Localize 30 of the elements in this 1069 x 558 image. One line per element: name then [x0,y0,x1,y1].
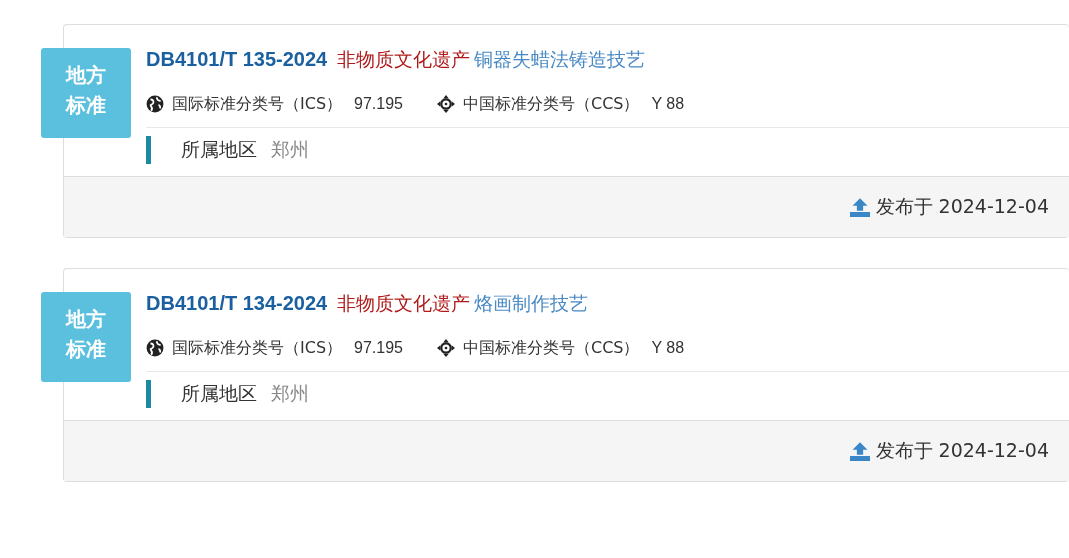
accent-bar [146,380,151,408]
ics-label: 国际标准分类号（ICS） [172,337,343,359]
globe-icon [146,339,164,357]
standard-title-link[interactable]: 铜器失蜡法铸造技艺 [474,47,646,73]
standard-code-link[interactable]: DB4101/T 134-2024 [146,292,328,315]
ccs-value: Y 88 [651,95,685,113]
ics-label: 国际标准分类号（ICS） [172,93,343,115]
region-label: 所属地区 [181,137,257,162]
ccs-label: 中国标准分类号（CCS） [463,93,640,115]
region-value: 郑州 [271,137,309,162]
globe-icon [146,95,164,113]
upload-icon [849,197,870,217]
category-label: 非物质文化遗产 [337,291,471,316]
standard-title-link[interactable]: 烙画制作技艺 [474,291,589,317]
category-badge: 地方标准 [41,292,131,382]
region-value: 郑州 [271,381,309,406]
category-label: 非物质文化遗产 [337,47,471,72]
standard-code-link[interactable]: DB4101/T 135-2024 [146,48,328,71]
crosshair-icon [437,339,455,357]
crosshair-icon [437,95,455,113]
upload-icon [849,441,870,461]
ics-value: 97.195 [354,339,403,357]
ics-value: 97.195 [354,95,403,113]
publish-date: 发布于 2024-12-04 [875,194,1049,219]
publish-date: 发布于 2024-12-04 [875,438,1049,463]
ccs-label: 中国标准分类号（CCS） [463,337,640,359]
accent-bar [146,136,151,164]
ccs-value: Y 88 [651,339,685,357]
region-label: 所属地区 [181,381,257,406]
category-badge: 地方标准 [41,48,131,138]
